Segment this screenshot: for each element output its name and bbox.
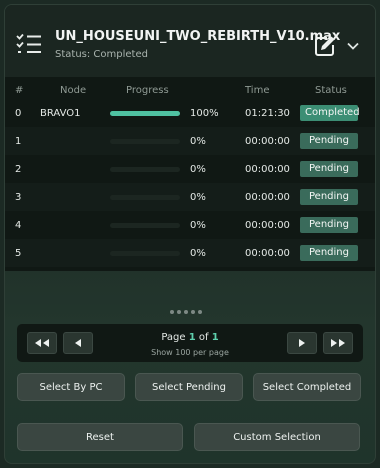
row-time: 00:00:00	[245, 164, 290, 175]
status-badge: Pending	[300, 189, 358, 205]
status-badge: Pending	[300, 245, 358, 261]
progress-bar	[110, 111, 180, 116]
status-badge: Pending	[300, 161, 358, 177]
grip-dot	[177, 310, 181, 314]
row-time: 00:00:00	[245, 192, 290, 203]
column-header-progress: Progress	[126, 85, 169, 96]
edit-icon[interactable]	[314, 35, 336, 57]
nodes-table: # Node Progress Time Status 0 BRAVO1 100% 0…	[5, 77, 375, 271]
column-header-node: Node	[60, 85, 87, 96]
row-index: 3	[15, 192, 22, 203]
row-time: 01:21:30	[245, 108, 290, 119]
custom-selection-button[interactable]: Custom Selection	[194, 423, 360, 451]
row-node: BRAVO1	[40, 108, 81, 119]
row-index: 0	[15, 108, 22, 119]
select-completed-button[interactable]: Select Completed	[253, 373, 361, 401]
progress-bar	[110, 195, 180, 200]
status-badge: Pending	[300, 217, 358, 233]
grip-dot	[198, 310, 202, 314]
progress-bar	[110, 139, 180, 144]
panel-header: UN_HOUSEUNI_TWO_REBIRTH_V10.max Status: …	[5, 5, 375, 77]
select-pending-button[interactable]: Select Pending	[135, 373, 243, 401]
grip-dot	[184, 310, 188, 314]
of-word: of	[198, 332, 209, 343]
progress-bar	[110, 251, 180, 256]
column-header-status: Status	[315, 85, 347, 96]
table-row[interactable]: 4 0% 00:00:00 Pending	[5, 211, 375, 239]
row-progress-label: 0%	[190, 136, 206, 147]
double-right-arrow-icon	[331, 339, 345, 347]
table-row[interactable]: 0 BRAVO1 100% 01:21:30 Completed	[5, 99, 375, 127]
progress-fill	[110, 111, 180, 116]
column-header-index: #	[15, 85, 24, 96]
table-row[interactable]: 5 0% 00:00:00 Pending	[5, 239, 375, 267]
row-time: 00:00:00	[245, 220, 290, 231]
progress-bar	[110, 223, 180, 228]
status-badge: Completed	[300, 105, 360, 121]
page-word: Page	[161, 332, 186, 343]
job-title: UN_HOUSEUNI_TWO_REBIRTH_V10.max	[55, 29, 341, 44]
row-time: 00:00:00	[245, 248, 290, 259]
grip-dot	[170, 310, 174, 314]
row-progress-label: 0%	[190, 248, 206, 259]
row-progress-label: 0%	[190, 164, 206, 175]
row-time: 00:00:00	[245, 136, 290, 147]
render-queue-panel: UN_HOUSEUNI_TWO_REBIRTH_V10.max Status: …	[4, 4, 376, 464]
row-index: 4	[15, 220, 22, 231]
row-progress-label: 0%	[190, 192, 206, 203]
status-badge: Pending	[300, 133, 358, 149]
select-by-pc-button[interactable]: Select By PC	[17, 373, 125, 401]
resize-grip[interactable]	[170, 310, 202, 316]
last-page-button[interactable]	[323, 332, 353, 354]
progress-bar	[110, 167, 180, 172]
right-arrow-icon	[299, 339, 305, 347]
row-progress-label: 0%	[190, 220, 206, 231]
next-page-button[interactable]	[287, 332, 317, 354]
grip-dot	[191, 310, 195, 314]
row-index: 1	[15, 136, 22, 147]
column-header-time: Time	[245, 85, 270, 96]
pagination-bar: Page 1 of 1 Show 100 per page	[17, 324, 363, 362]
row-index: 2	[15, 164, 22, 175]
table-row[interactable]: 1 0% 00:00:00 Pending	[5, 127, 375, 155]
job-status: Status: Completed	[55, 49, 148, 60]
current-page: 1	[188, 332, 196, 343]
table-header: # Node Progress Time Status	[5, 77, 375, 99]
total-pages: 1	[211, 332, 219, 343]
checklist-icon	[16, 33, 41, 53]
table-row[interactable]: 3 0% 00:00:00 Pending	[5, 183, 375, 211]
row-index: 5	[15, 248, 22, 259]
chevron-down-icon[interactable]	[346, 39, 360, 53]
row-progress-label: 100%	[190, 108, 219, 119]
reset-button[interactable]: Reset	[17, 423, 183, 451]
table-row[interactable]: 2 0% 00:00:00 Pending	[5, 155, 375, 183]
